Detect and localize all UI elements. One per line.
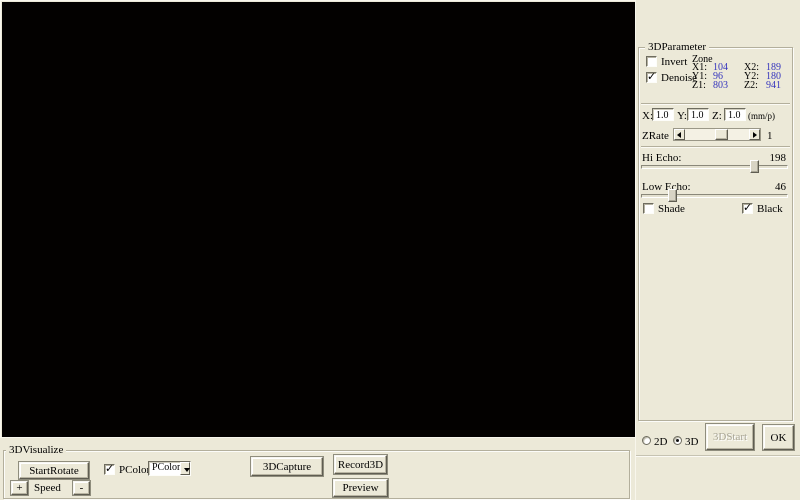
zrate-value: 1 — [767, 131, 773, 142]
zrate-thumb[interactable] — [715, 129, 728, 140]
app-window: 3DParameter Invert Denoise Zone X1:104X2… — [0, 0, 800, 500]
x-scale-input[interactable] — [652, 108, 674, 121]
mode-2d-label: 2D — [654, 437, 667, 448]
black-checkbox[interactable] — [742, 203, 753, 214]
3dvisualize-groupbox: 3DVisualize StartRotate + Speed - PColor… — [3, 450, 630, 499]
low-echo-track[interactable] — [641, 194, 788, 198]
panel-seam — [636, 455, 800, 457]
invert-label: Invert — [661, 57, 687, 68]
zrate-right-arrow[interactable] — [749, 129, 760, 140]
preview-button[interactable]: Preview — [333, 479, 388, 497]
mode-3d-radio[interactable] — [673, 436, 682, 445]
low-echo-thumb[interactable] — [668, 189, 677, 202]
dropdown-arrow-button[interactable] — [180, 462, 190, 475]
right-arrow-icon — [753, 132, 757, 138]
separator — [641, 146, 790, 148]
ultrasound-3d-render[interactable] — [170, 115, 435, 335]
zrate-scrollbar[interactable] — [673, 128, 761, 141]
black-label: Black — [757, 204, 783, 215]
render-viewport[interactable] — [2, 2, 635, 437]
y-scale-label: Y: — [677, 111, 687, 122]
zrate-label: ZRate — [642, 131, 669, 142]
ok-button[interactable]: OK — [763, 425, 794, 450]
y-scale-input[interactable] — [687, 108, 709, 121]
low-echo-slider[interactable] — [641, 189, 788, 202]
invert-checkbox[interactable] — [646, 56, 657, 67]
groupbox-title: 3DParameter — [645, 41, 709, 54]
left-arrow-icon — [677, 132, 681, 138]
parameter-panel: 3DParameter Invert Denoise Zone X1:104X2… — [635, 0, 800, 500]
visualize-panel: 3DVisualize StartRotate + Speed - PColor… — [0, 437, 635, 500]
z-scale-label: Z: — [712, 111, 722, 122]
speed-plus-button[interactable]: + — [11, 481, 28, 495]
hi-echo-slider[interactable] — [641, 160, 788, 173]
mode-2d-radio[interactable] — [642, 436, 651, 445]
pcolor-dropdown-value: PColor — [149, 462, 180, 475]
shade-checkbox[interactable] — [643, 203, 654, 214]
record3d-button[interactable]: Record3D — [334, 455, 387, 474]
start-rotate-button[interactable]: StartRotate — [19, 462, 89, 479]
scale-unit-label: (mm/p) — [748, 111, 775, 122]
pcolor-label: PColor — [119, 465, 150, 476]
hi-echo-track[interactable] — [641, 165, 788, 169]
hi-echo-thumb[interactable] — [750, 160, 759, 173]
zrate-track[interactable] — [685, 129, 749, 140]
denoise-checkbox[interactable] — [646, 72, 657, 83]
chevron-down-icon — [184, 468, 190, 472]
speed-label: Speed — [34, 483, 61, 494]
speed-minus-button[interactable]: - — [73, 481, 90, 495]
shade-label: Shade — [658, 204, 685, 215]
pcolor-dropdown[interactable]: PColor — [148, 461, 191, 476]
zrate-left-arrow[interactable] — [674, 129, 685, 140]
ultrasound-texture — [160, 105, 445, 345]
pcolor-checkbox[interactable] — [104, 464, 115, 475]
3dstart-button[interactable]: 3DStart — [706, 424, 754, 450]
groupbox-title: 3DVisualize — [6, 444, 66, 457]
mode-3d-label: 3D — [685, 437, 698, 448]
3dparameter-groupbox: 3DParameter Invert Denoise Zone X1:104X2… — [638, 47, 793, 421]
z-scale-input[interactable] — [724, 108, 746, 121]
zone-row-z: Z1:803Z2:941 — [692, 81, 794, 90]
separator — [641, 103, 790, 105]
3dcapture-button[interactable]: 3DCapture — [251, 457, 323, 476]
